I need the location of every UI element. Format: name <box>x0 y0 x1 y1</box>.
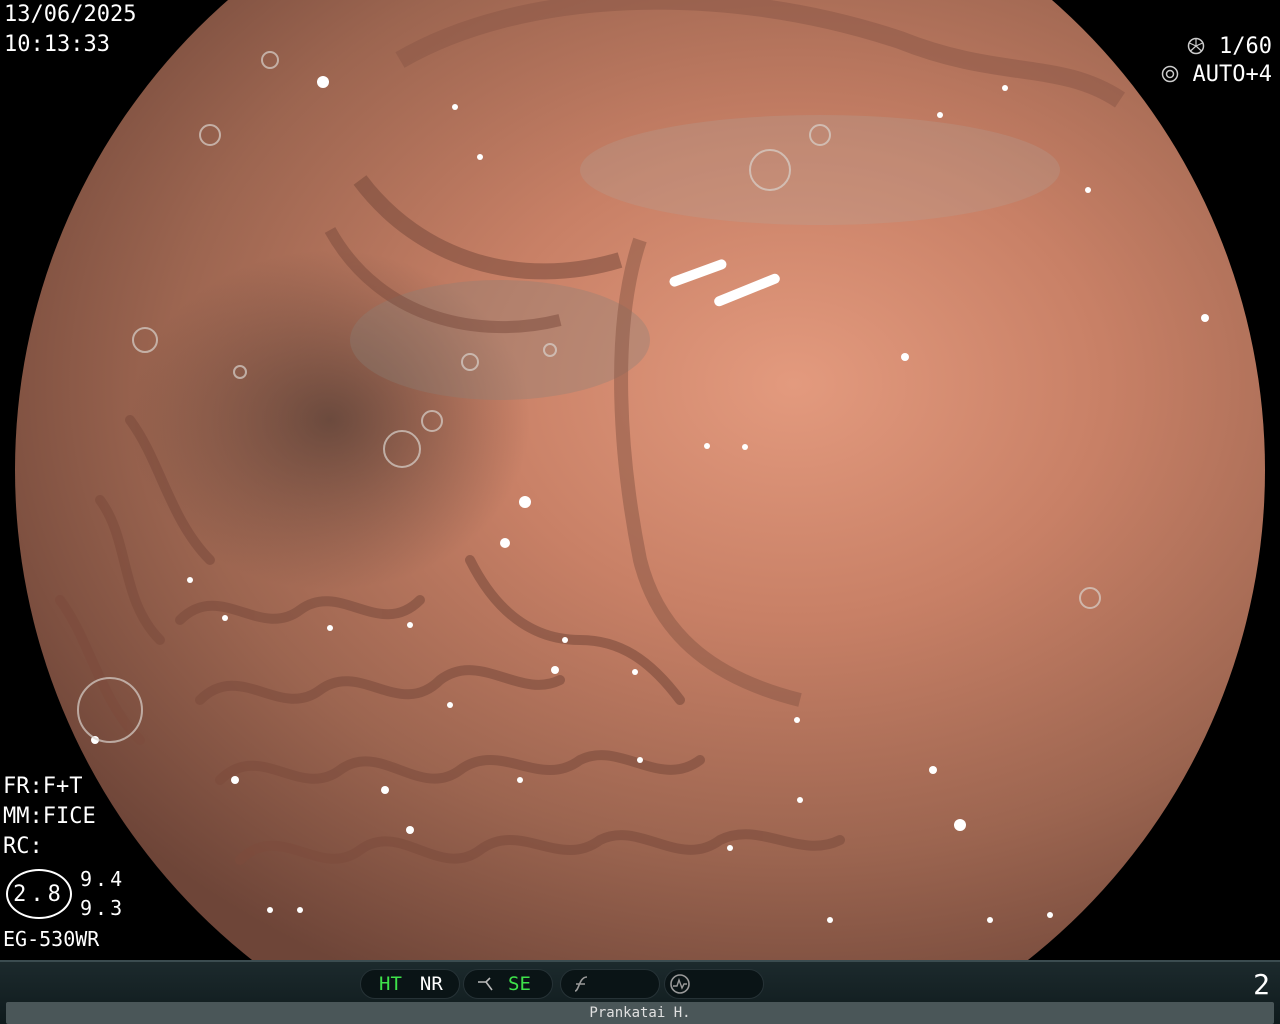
value-a: 9.4 <box>80 867 126 891</box>
zoom-value: 2.8 <box>13 881 65 907</box>
frame-setting: FR:F+T <box>3 774 83 799</box>
zoom-indicator: 2.8 <box>6 869 72 919</box>
endoscopy-image <box>15 0 1265 960</box>
mode-setting: MM:FICE <box>3 804 96 829</box>
scope-model: EG-530WR <box>3 927 100 951</box>
iris-icon <box>1161 65 1178 83</box>
exam-time: 10:13:33 <box>4 32 110 57</box>
shutter-readout: 1/60 <box>1187 36 1272 58</box>
se-label: SE <box>508 973 531 995</box>
patient-name-bar: Prankatai H. <box>6 1002 1274 1024</box>
patient-name: Prankatai H. <box>589 1005 691 1021</box>
exposure-readout: AUTO+4 <box>1161 64 1272 86</box>
waveform-circle-icon <box>670 974 690 994</box>
ht-nr-indicator: HT NR <box>360 969 460 999</box>
waveform-indicator <box>664 969 764 999</box>
f-curve-indicator <box>560 969 660 999</box>
se-indicator: SE <box>463 969 553 999</box>
page-number: 2 <box>1253 968 1270 1001</box>
status-bar: HT NR SE 2 Prankatai H. <box>0 960 1280 1024</box>
rc-setting: RC: <box>3 834 43 859</box>
ht-label: HT <box>379 973 402 995</box>
aperture-icon <box>1187 37 1205 55</box>
exposure-value: AUTO+4 <box>1192 62 1272 87</box>
nr-label: NR <box>419 973 443 995</box>
shutter-value: 1/60 <box>1219 34 1272 59</box>
enhance-icon <box>478 977 493 991</box>
value-b: 9.3 <box>80 896 126 920</box>
exam-date: 13/06/2025 <box>4 2 137 27</box>
f-curve-icon <box>574 976 588 992</box>
